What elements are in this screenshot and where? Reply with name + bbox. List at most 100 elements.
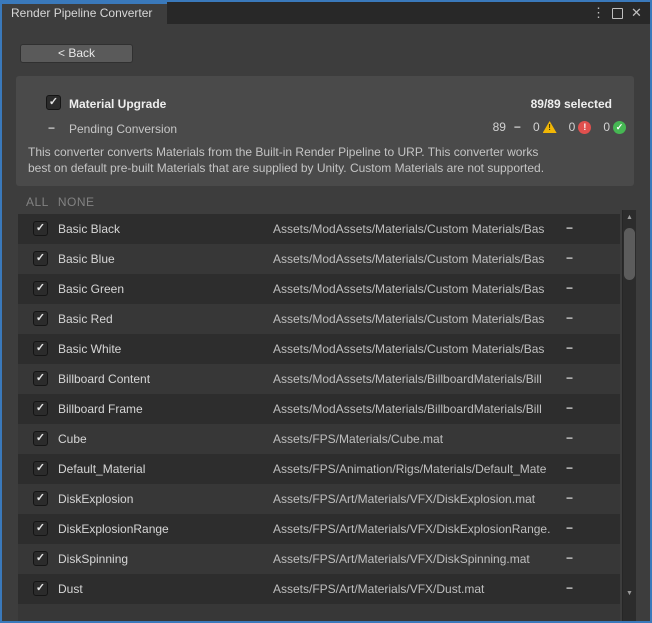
- row-checkbox[interactable]: ✓: [33, 581, 48, 596]
- scroll-up-icon: ▲: [626, 214, 633, 221]
- error-count: 0: [569, 120, 576, 134]
- item-path: Assets/ModAssets/Materials/Custom Materi…: [273, 252, 561, 266]
- warning-icon: !: [543, 121, 557, 133]
- item-path: Assets/FPS/Animation/Rigs/Materials/Defa…: [273, 462, 561, 476]
- status-dash-icon: −: [566, 281, 573, 295]
- pending-total: 89: [493, 120, 506, 134]
- item-path: Assets/FPS/Art/Materials/VFX/DiskSpinnin…: [273, 552, 561, 566]
- row-checkbox[interactable]: ✓: [33, 311, 48, 326]
- window-controls: ⋮ ✕: [589, 2, 646, 24]
- scroll-down-button[interactable]: ▼: [623, 586, 636, 600]
- material-list: ✓ Basic Black Assets/ModAssets/Materials…: [18, 214, 620, 621]
- tab-render-pipeline-converter[interactable]: Render Pipeline Converter: [2, 2, 167, 24]
- item-path: Assets/ModAssets/Materials/Custom Materi…: [273, 342, 561, 356]
- table-row[interactable]: ✓ DiskExplosion Assets/FPS/Art/Materials…: [18, 484, 620, 514]
- row-checkbox[interactable]: ✓: [33, 431, 48, 446]
- item-path: Assets/FPS/Art/Materials/VFX/DiskExplosi…: [273, 522, 561, 536]
- table-row[interactable]: ✓ DiskExplosionRange Assets/FPS/Art/Mate…: [18, 514, 620, 544]
- title-bar: Render Pipeline Converter ⋮ ✕: [2, 2, 650, 24]
- table-row[interactable]: ✓ Basic White Assets/ModAssets/Materials…: [18, 334, 620, 364]
- item-name: Default_Material: [58, 462, 145, 476]
- scroll-up-button[interactable]: ▲: [623, 210, 636, 224]
- success-count-group: 0 ✓: [603, 120, 626, 134]
- item-path: Assets/ModAssets/Materials/Custom Materi…: [273, 312, 561, 326]
- kebab-menu-icon: ⋮: [592, 5, 605, 21]
- check-icon: ✓: [36, 282, 45, 294]
- row-checkbox[interactable]: ✓: [33, 341, 48, 356]
- pending-status-icon: −: [48, 121, 55, 135]
- check-icon: ✓: [36, 312, 45, 324]
- status-dash-icon: −: [566, 581, 573, 595]
- row-checkbox[interactable]: ✓: [33, 221, 48, 236]
- row-checkbox[interactable]: ✓: [33, 491, 48, 506]
- vertical-scrollbar[interactable]: ▲ ▼: [622, 210, 636, 621]
- select-all-button[interactable]: ALL: [26, 195, 49, 209]
- window-menu-button[interactable]: ⋮: [589, 2, 608, 24]
- row-checkbox[interactable]: ✓: [33, 401, 48, 416]
- table-row[interactable]: ✓ DiskSpinning Assets/FPS/Art/Materials/…: [18, 544, 620, 574]
- table-row[interactable]: ✓ Default_Material Assets/FPS/Animation/…: [18, 454, 620, 484]
- row-checkbox[interactable]: ✓: [33, 461, 48, 476]
- item-path: Assets/FPS/Art/Materials/VFX/Dust.mat: [273, 582, 561, 596]
- row-checkbox[interactable]: ✓: [33, 521, 48, 536]
- pending-conversion-label: Pending Conversion: [69, 122, 177, 136]
- check-icon: ✓: [36, 342, 45, 354]
- status-dash-icon: −: [566, 341, 573, 355]
- table-row[interactable]: ✓ Basic Red Assets/ModAssets/Materials/C…: [18, 304, 620, 334]
- status-dash-icon: −: [566, 221, 573, 235]
- scroll-down-icon: ▼: [626, 590, 633, 597]
- table-row[interactable]: ✓ Basic Black Assets/ModAssets/Materials…: [18, 214, 620, 244]
- item-name: Basic Green: [58, 282, 124, 296]
- check-icon: ✓: [36, 582, 45, 594]
- converter-title: Material Upgrade: [69, 97, 166, 111]
- status-dash-icon: −: [566, 521, 573, 535]
- scrollbar-thumb[interactable]: [624, 228, 635, 280]
- status-dash-icon: −: [566, 371, 573, 385]
- item-path: Assets/ModAssets/Materials/BillboardMate…: [273, 372, 561, 386]
- item-name: DiskExplosionRange: [58, 522, 169, 536]
- status-dash-icon: −: [566, 401, 573, 415]
- check-icon: ✓: [36, 462, 45, 474]
- render-pipeline-converter-window: Render Pipeline Converter ⋮ ✕ < Back ✓ M…: [0, 0, 652, 623]
- item-path: Assets/ModAssets/Materials/Custom Materi…: [273, 282, 561, 296]
- item-name: Cube: [58, 432, 87, 446]
- close-button[interactable]: ✕: [627, 2, 646, 24]
- converter-checkbox[interactable]: ✓: [46, 95, 61, 110]
- check-icon: ✓: [36, 432, 45, 444]
- row-checkbox[interactable]: ✓: [33, 551, 48, 566]
- table-row[interactable]: ✓ Basic Blue Assets/ModAssets/Materials/…: [18, 244, 620, 274]
- success-icon: ✓: [613, 121, 626, 134]
- status-dash-icon: −: [566, 461, 573, 475]
- row-checkbox[interactable]: ✓: [33, 281, 48, 296]
- row-checkbox[interactable]: ✓: [33, 251, 48, 266]
- item-path: Assets/ModAssets/Materials/Custom Materi…: [273, 222, 561, 236]
- item-name: Dust: [58, 582, 83, 596]
- check-icon: ✓: [36, 522, 45, 534]
- item-name: DiskSpinning: [58, 552, 128, 566]
- table-row[interactable]: ✓ Basic Green Assets/ModAssets/Materials…: [18, 274, 620, 304]
- selection-controls: ALL NONE: [26, 195, 95, 209]
- table-row-filler: [18, 604, 620, 621]
- table-row[interactable]: ✓ Dust Assets/FPS/Art/Materials/VFX/Dust…: [18, 574, 620, 604]
- item-name: Billboard Frame: [58, 402, 143, 416]
- error-count-group: 0 !: [569, 120, 592, 134]
- check-icon: ✓: [36, 552, 45, 564]
- item-path: Assets/FPS/Materials/Cube.mat: [273, 432, 561, 446]
- check-icon: ✓: [36, 222, 45, 234]
- item-name: Billboard Content: [58, 372, 150, 386]
- table-row[interactable]: ✓ Billboard Content Assets/ModAssets/Mat…: [18, 364, 620, 394]
- maximize-button[interactable]: [608, 2, 627, 24]
- close-icon: ✕: [631, 5, 642, 21]
- table-row[interactable]: ✓ Billboard Frame Assets/ModAssets/Mater…: [18, 394, 620, 424]
- converter-description: This converter converts Materials from t…: [28, 144, 624, 176]
- back-button[interactable]: < Back: [20, 44, 133, 63]
- check-icon: ✓: [36, 492, 45, 504]
- item-name: Basic Blue: [58, 252, 115, 266]
- error-icon: !: [578, 121, 591, 134]
- select-none-button[interactable]: NONE: [58, 195, 95, 209]
- check-icon: ✓: [36, 402, 45, 414]
- table-row[interactable]: ✓ Cube Assets/FPS/Materials/Cube.mat −: [18, 424, 620, 454]
- check-icon: ✓: [36, 372, 45, 384]
- description-line-2: best on default pre-built Materials that…: [28, 160, 624, 176]
- row-checkbox[interactable]: ✓: [33, 371, 48, 386]
